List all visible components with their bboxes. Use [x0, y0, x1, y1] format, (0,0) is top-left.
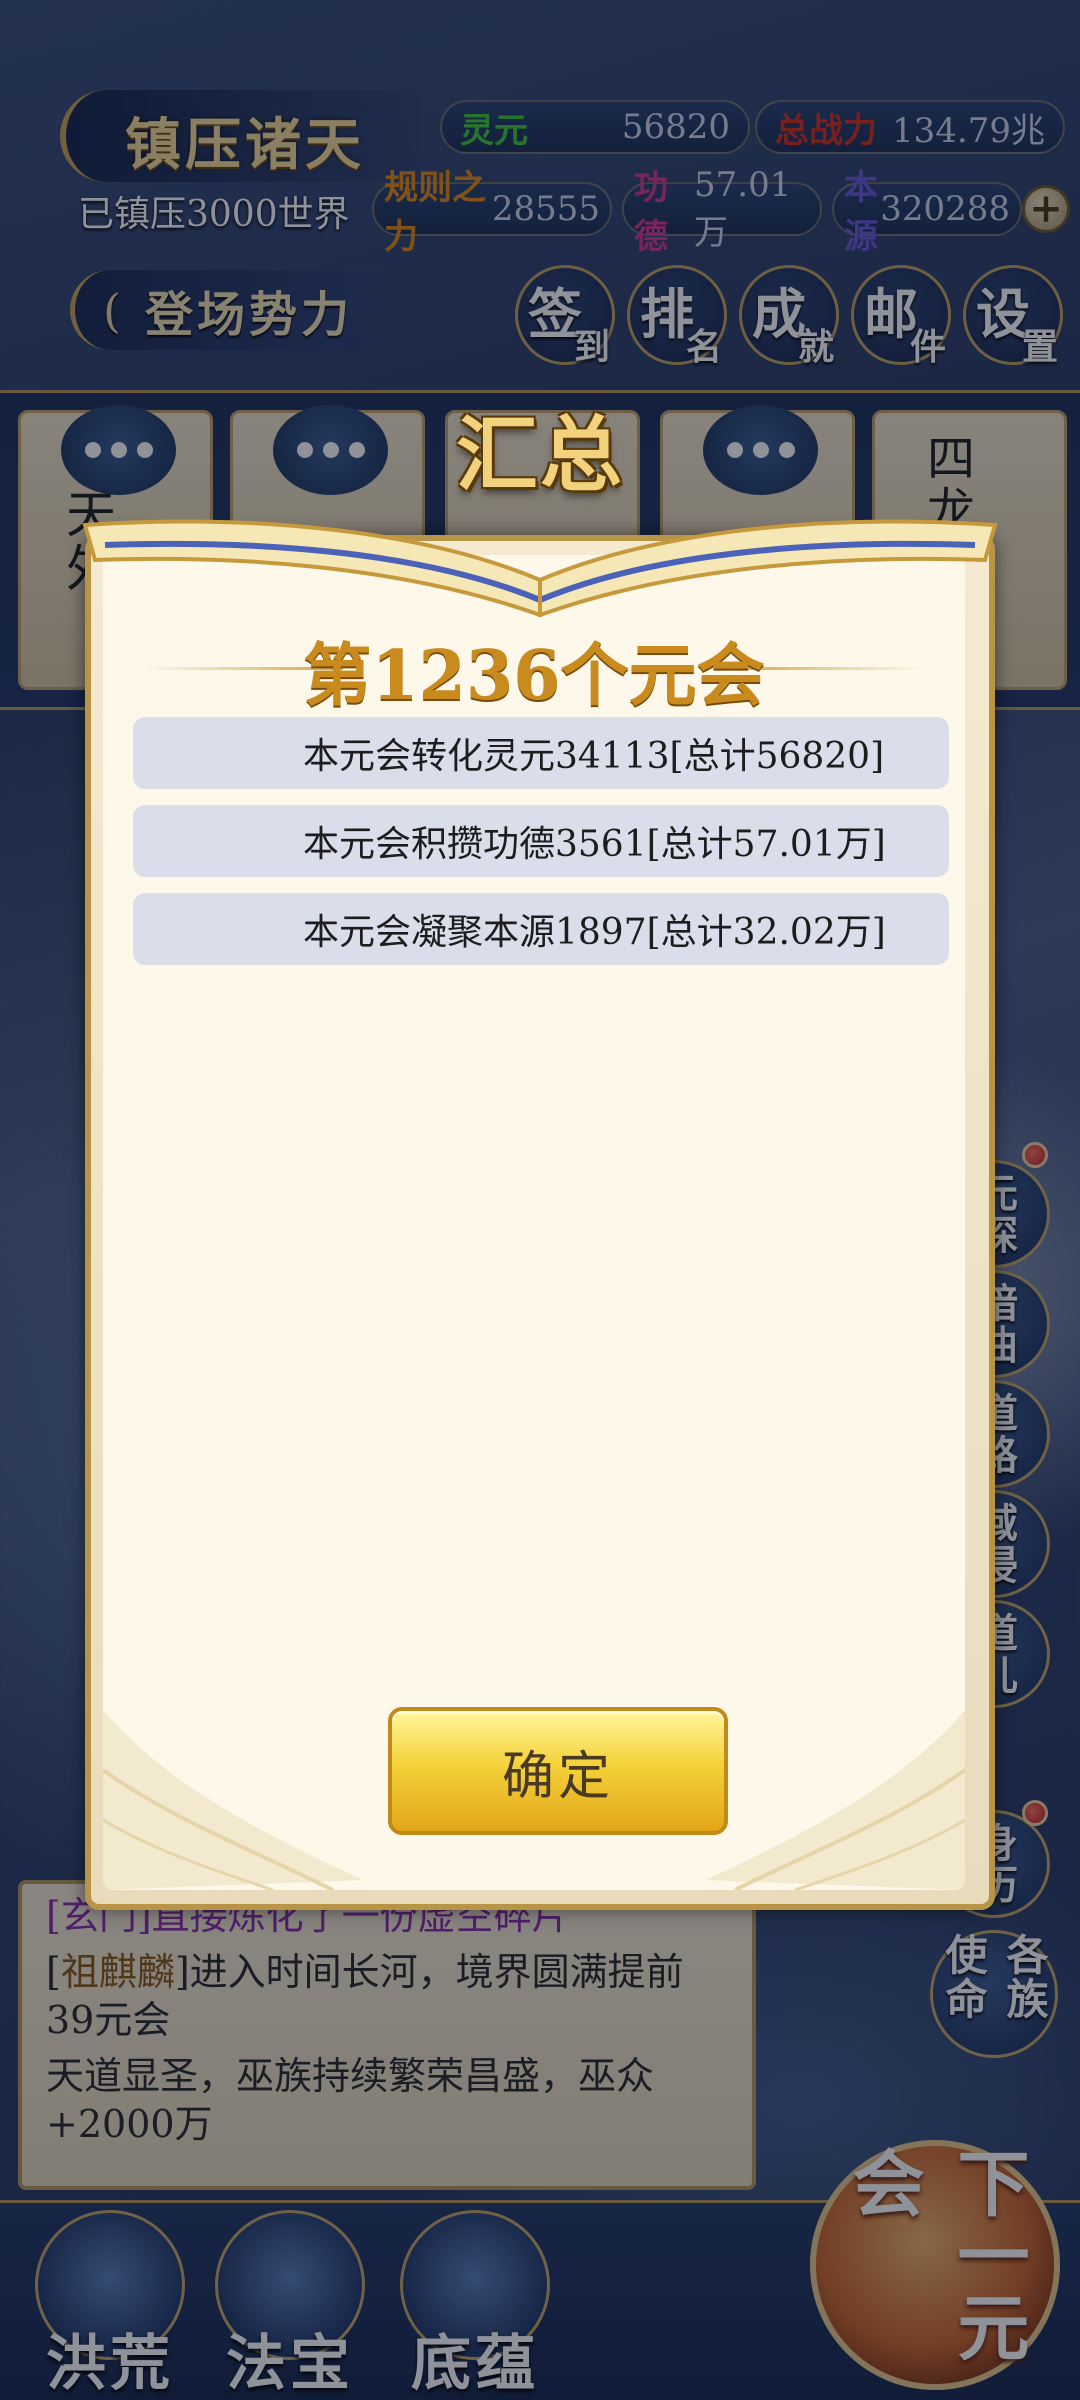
summary-row: 本元会凝聚本源1897[总计32.02万] [133, 893, 949, 965]
wave-decoration-icon [103, 1710, 363, 1890]
dialog-title: 汇总 [455, 407, 624, 503]
dialog-body: 第1236个元会 本元会转化灵元34113[总计56820] 本元会积攒功德35… [103, 555, 965, 1890]
confirm-button[interactable]: 确定 [388, 1707, 728, 1835]
summary-row: 本元会转化灵元34113[总计56820] [133, 717, 949, 789]
summary-dialog: 第1236个元会 本元会转化灵元34113[总计56820] 本元会积攒功德35… [82, 407, 998, 1910]
summary-row: 本元会积攒功德3561[总计57.01万] [133, 805, 949, 877]
era-heading: 第1236个元会 [303, 636, 765, 716]
wave-decoration-icon [705, 1710, 965, 1890]
